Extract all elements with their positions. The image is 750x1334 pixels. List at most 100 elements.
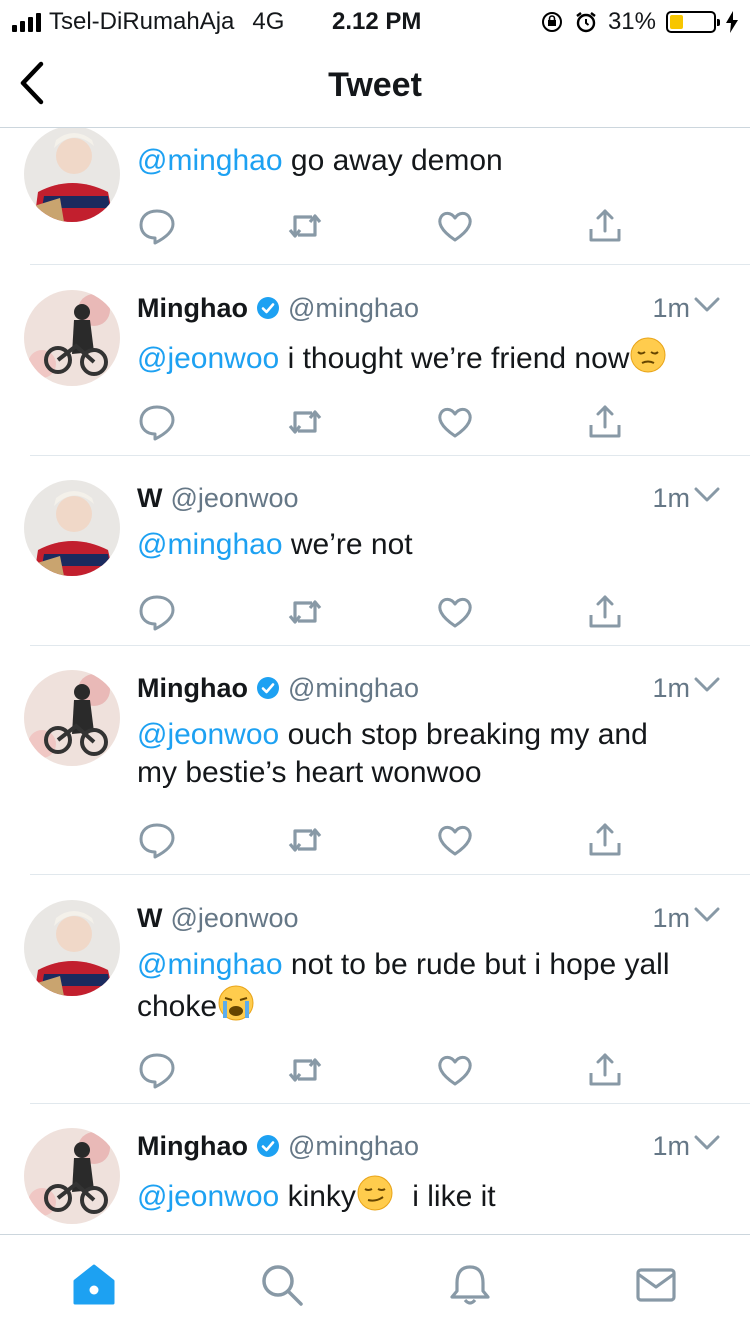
share-icon [589, 405, 621, 438]
display-name[interactable]: W [137, 483, 162, 514]
tweet-actions [137, 206, 637, 246]
avatar[interactable] [24, 670, 120, 766]
share-button[interactable] [585, 1050, 625, 1090]
tab-messages[interactable] [626, 1255, 686, 1315]
rotation-lock-icon [541, 12, 562, 32]
mention-link[interactable]: @minghao [137, 144, 283, 177]
tweet-actions [137, 592, 637, 632]
share-icon [589, 209, 621, 242]
reply-button[interactable] [137, 402, 177, 442]
tweet-header: W @jeonwoo [137, 900, 720, 936]
search-icon [262, 1265, 303, 1306]
like-icon [438, 825, 472, 856]
divider [30, 874, 750, 875]
like-button[interactable] [435, 206, 475, 246]
like-button[interactable] [435, 402, 475, 442]
avatar[interactable] [24, 290, 120, 386]
divider [30, 645, 750, 646]
like-button[interactable] [435, 820, 475, 860]
conversation-thread: @minghao go away demon Minghao @minghao … [0, 128, 750, 1234]
username-handle[interactable]: @jeonwoo [170, 483, 298, 514]
avatar[interactable] [24, 128, 120, 222]
tweet-header: Minghao @minghao [137, 290, 720, 326]
username-handle[interactable]: @minghao [288, 293, 419, 324]
avatar[interactable] [24, 1128, 120, 1224]
reply-icon [139, 209, 175, 245]
verified-badge-icon [256, 676, 280, 700]
mention-link[interactable]: @jeonwoo [137, 1180, 279, 1213]
share-icon [589, 823, 621, 856]
display-name[interactable]: Minghao [137, 293, 248, 324]
share-button[interactable] [585, 206, 625, 246]
mention-link[interactable]: @minghao [137, 528, 283, 561]
share-button[interactable] [585, 402, 625, 442]
tweet-item[interactable]: Minghao @minghao 1m @jeonwoo kinky i lik… [0, 1128, 750, 1234]
display-name[interactable]: Minghao [137, 673, 248, 704]
like-button[interactable] [435, 592, 475, 632]
chevron-down-icon[interactable] [694, 296, 720, 319]
retweet-button[interactable] [285, 1050, 325, 1090]
tweet-item[interactable]: Minghao @minghao 1m @jeonwoo ouch stop b… [0, 670, 750, 870]
avatar[interactable] [24, 900, 120, 996]
timestamp: 1m [652, 673, 690, 703]
tweet-text: @jeonwoo ouch stop breaking my and my be… [137, 718, 648, 789]
verified-badge-icon [256, 296, 280, 320]
tweet-header: Minghao @minghao [137, 670, 720, 706]
tweet-item[interactable]: W @jeonwoo 1m @minghao not to be rude bu… [0, 900, 750, 1100]
tweet-text: @minghao not to be rude but i hope yall … [137, 946, 720, 1032]
tab-notifications[interactable] [440, 1255, 500, 1315]
like-icon [438, 597, 472, 628]
mention-link[interactable]: @minghao [137, 948, 283, 981]
mention-link[interactable]: @jeonwoo [137, 718, 279, 751]
reply-icon [139, 823, 175, 859]
tab-search[interactable] [252, 1255, 312, 1315]
share-button[interactable] [585, 820, 625, 860]
carrier-label: Tsel-DiRumahAja [49, 8, 235, 35]
retweet-button[interactable] [285, 206, 325, 246]
page-title: Tweet [328, 66, 422, 104]
reply-button[interactable] [137, 206, 177, 246]
timestamp: 1m [652, 293, 690, 323]
tweet-actions [137, 402, 637, 442]
tweet-text: @minghao we’re not [137, 528, 413, 561]
like-icon [438, 407, 472, 438]
share-button[interactable] [585, 592, 625, 632]
username-handle[interactable]: @minghao [288, 1131, 419, 1162]
signal-icon [12, 12, 41, 32]
reply-icon [139, 595, 175, 631]
tweet-item[interactable]: @minghao go away demon [0, 128, 750, 264]
home-icon [73, 1264, 115, 1305]
retweet-button[interactable] [285, 592, 325, 632]
chevron-down-icon[interactable] [694, 486, 720, 509]
tweet-item[interactable]: W @jeonwoo 1m @minghao we’re not [0, 480, 750, 640]
username-handle[interactable]: @jeonwoo [170, 903, 298, 934]
tweet-header: Minghao @minghao [137, 1128, 720, 1164]
retweet-button[interactable] [285, 402, 325, 442]
like-button[interactable] [435, 1050, 475, 1090]
reply-button[interactable] [137, 1050, 177, 1090]
retweet-button[interactable] [285, 820, 325, 860]
chevron-down-icon[interactable] [694, 906, 720, 929]
tweet-item[interactable]: Minghao @minghao 1m @jeonwoo i thought w… [0, 290, 750, 450]
charging-bolt-icon [726, 11, 738, 33]
reply-button[interactable] [137, 592, 177, 632]
battery-icon [666, 11, 720, 33]
username-handle[interactable]: @minghao [288, 673, 419, 704]
verified-badge-icon [256, 1134, 280, 1158]
chevron-down-icon[interactable] [694, 676, 720, 699]
mention-link[interactable]: @jeonwoo [137, 342, 279, 375]
like-icon [438, 1055, 472, 1086]
timestamp: 1m [652, 483, 690, 513]
tab-bar [0, 1234, 750, 1334]
display-name[interactable]: W [137, 903, 162, 934]
chevron-down-icon[interactable] [694, 1134, 720, 1157]
clock: 2.12 PM [332, 8, 422, 35]
tweet-text: @jeonwoo i thought we’re friend now [137, 336, 720, 384]
display-name[interactable]: Minghao [137, 1131, 248, 1162]
retweet-icon [288, 600, 322, 624]
timestamp: 1m [652, 1131, 690, 1161]
avatar[interactable] [24, 480, 120, 576]
smirking-face-emoji-icon [356, 1174, 394, 1222]
tab-home[interactable] [64, 1255, 124, 1315]
reply-button[interactable] [137, 820, 177, 860]
